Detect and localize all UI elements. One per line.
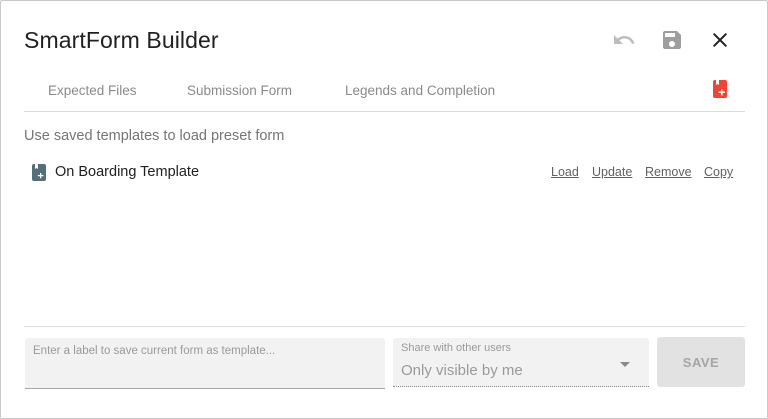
- save-template-button[interactable]: SAVE: [657, 337, 745, 387]
- tab-legends-and-completion[interactable]: Legends and Completion: [345, 83, 495, 98]
- template-add-icon[interactable]: [712, 80, 728, 98]
- chevron-down-icon: [620, 362, 630, 367]
- load-template-link[interactable]: Load: [551, 165, 579, 179]
- save-icon[interactable]: [659, 27, 685, 53]
- smartform-builder-dialog: SmartForm Builder Expected Files Submiss…: [0, 0, 768, 419]
- undo-icon[interactable]: [611, 27, 637, 53]
- share-select-label: Share with other users: [401, 342, 512, 354]
- template-name: On Boarding Template: [55, 164, 200, 180]
- templates-hint: Use saved templates to load preset form: [24, 128, 285, 144]
- template-list-item: On Boarding Template Load Update Remove …: [24, 159, 745, 187]
- tab-bar: Expected Files Submission Form Legends a…: [24, 71, 745, 112]
- tab-expected-files[interactable]: Expected Files: [48, 83, 137, 98]
- template-label-field: [25, 338, 385, 389]
- template-label-input[interactable]: [25, 338, 385, 389]
- template-icon: [32, 164, 46, 181]
- update-template-link[interactable]: Update: [592, 165, 632, 179]
- share-select[interactable]: Share with other users Only visible by m…: [393, 338, 649, 387]
- footer-divider: [24, 326, 745, 327]
- remove-template-link[interactable]: Remove: [645, 165, 692, 179]
- close-icon[interactable]: [707, 27, 733, 53]
- dialog-title: SmartForm Builder: [24, 27, 219, 53]
- copy-template-link[interactable]: Copy: [704, 165, 733, 179]
- share-select-value: Only visible by me: [401, 362, 523, 379]
- tab-submission-form[interactable]: Submission Form: [187, 83, 292, 98]
